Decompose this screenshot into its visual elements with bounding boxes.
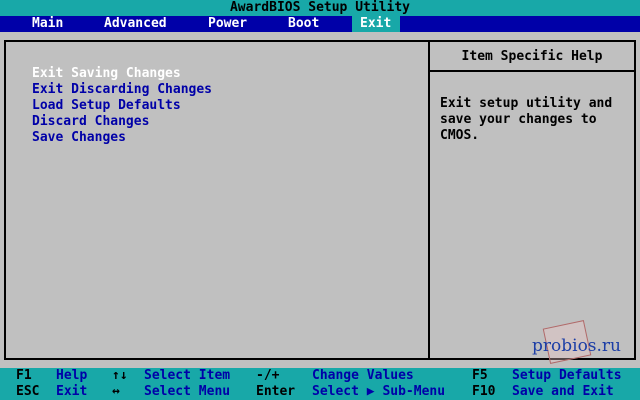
key-sub-menu-desc: Select ▶ Sub-Menu	[312, 384, 446, 399]
window-title: AwardBIOS Setup Utility	[0, 0, 640, 16]
key-legend: F1 Help ↑↓ Select Item -/+ Change Values…	[0, 368, 640, 400]
up-down-arrows-icon: ↑↓	[112, 368, 128, 383]
key-f10: F10	[472, 384, 496, 399]
watermark-text: probios.ru	[532, 336, 622, 356]
left-right-arrows-icon: ↔	[112, 384, 120, 399]
option-exit-discarding-changes[interactable]: Exit Discarding Changes	[32, 82, 212, 98]
option-exit-saving-changes[interactable]: Exit Saving Changes	[32, 66, 181, 82]
key-esc-desc: Exit	[56, 384, 88, 399]
help-header: Item Specific Help	[430, 42, 634, 72]
menu-power[interactable]: Power	[208, 16, 247, 32]
key-f5-desc: Setup Defaults	[512, 368, 622, 383]
key-select-item-desc: Select Item	[144, 368, 231, 383]
key-f10-desc: Save and Exit	[512, 384, 614, 399]
menu-main[interactable]: Main	[32, 16, 63, 32]
menu-boot[interactable]: Boot	[288, 16, 319, 32]
help-panel: Item Specific Help Exit setup utility an…	[428, 40, 636, 360]
key-enter: Enter	[256, 384, 296, 399]
option-save-changes[interactable]: Save Changes	[32, 130, 126, 146]
help-line: Exit setup utility and	[440, 96, 613, 111]
key-plus-minus: -/+	[256, 368, 280, 383]
help-line: save your changes to	[440, 112, 597, 127]
menu-bar: Main Advanced Power Boot Exit	[0, 16, 640, 32]
key-f5: F5	[472, 368, 488, 383]
menu-exit[interactable]: Exit	[352, 16, 400, 32]
watermark: probios.ru	[532, 320, 622, 364]
key-f1: F1	[16, 368, 32, 383]
key-f1-desc: Help	[56, 368, 88, 383]
key-select-menu-desc: Select Menu	[144, 384, 231, 399]
menu-advanced[interactable]: Advanced	[104, 16, 167, 32]
option-discard-changes[interactable]: Discard Changes	[32, 114, 149, 130]
option-load-setup-defaults[interactable]: Load Setup Defaults	[32, 98, 181, 114]
help-line: CMOS.	[440, 128, 480, 143]
options-panel: Exit Saving Changes Exit Discarding Chan…	[4, 40, 428, 360]
key-change-values-desc: Change Values	[312, 368, 414, 383]
key-esc: ESC	[16, 384, 40, 399]
help-text: Exit setup utility and save your changes…	[440, 96, 630, 144]
